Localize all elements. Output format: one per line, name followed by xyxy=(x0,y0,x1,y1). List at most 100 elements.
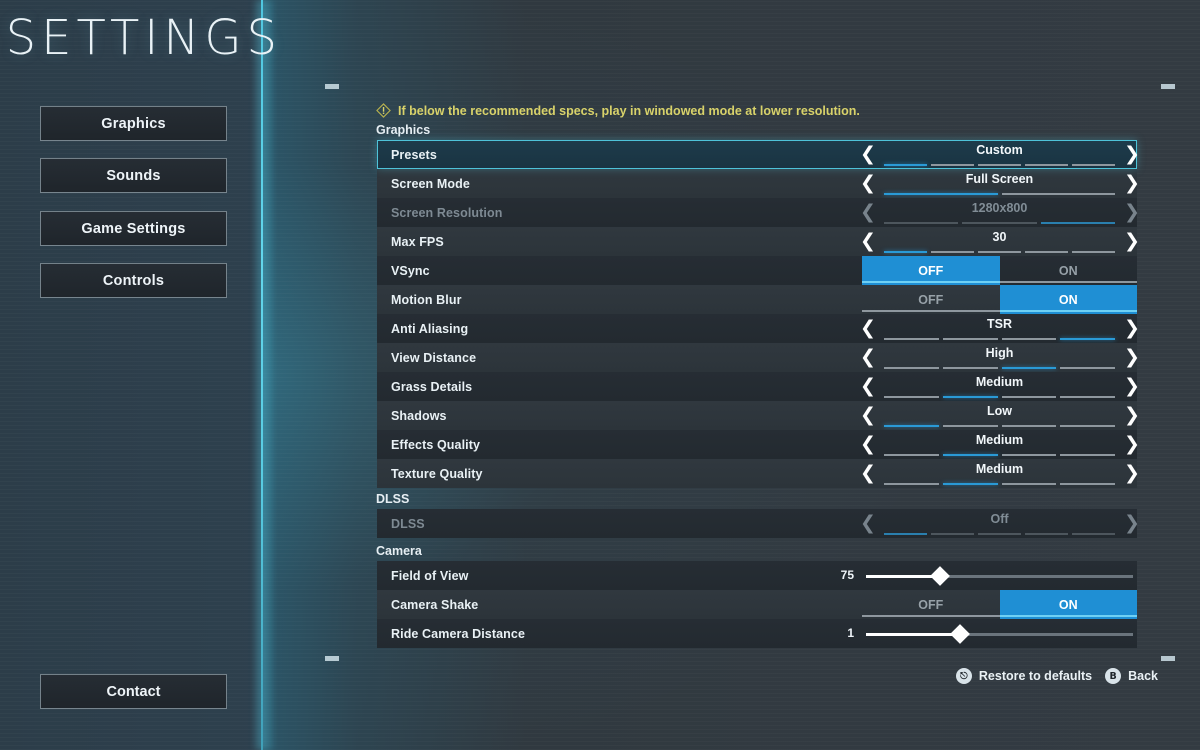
toggle-option-on[interactable]: ON xyxy=(999,256,1137,285)
toggle-option-on[interactable]: ON xyxy=(999,285,1137,314)
setting-row-ride-camera-distance[interactable]: Ride Camera Distance 1 xyxy=(377,619,1137,648)
toggle-option-off[interactable]: OFF xyxy=(862,285,1000,314)
setting-label: Max FPS xyxy=(391,234,444,249)
setting-label: Camera Shake xyxy=(391,597,479,612)
level-segment xyxy=(1025,251,1068,253)
footer-actions: ⎋ Restore to defaults B Back xyxy=(320,661,1180,691)
level-segment xyxy=(1060,454,1115,456)
sidebar-item-graphics[interactable]: Graphics xyxy=(40,106,227,141)
chevron-left-icon[interactable]: ❮ xyxy=(857,462,879,485)
level-segment xyxy=(884,396,939,398)
toggle-option-label: ON xyxy=(1058,263,1078,278)
chevron-left-icon[interactable]: ❮ xyxy=(857,404,879,427)
toggle-control: OFF ON xyxy=(862,285,1137,314)
level-segment xyxy=(978,164,1021,166)
level-segment xyxy=(942,454,998,456)
chevron-left-icon[interactable]: ❮ xyxy=(857,317,879,340)
level-segment xyxy=(884,251,927,253)
level-segment xyxy=(884,454,939,456)
setting-row-motion-blur[interactable]: Motion Blur OFF ON xyxy=(377,285,1137,314)
level-segments xyxy=(884,533,1115,535)
toggle-option-label: OFF xyxy=(918,263,944,278)
slider-handle[interactable] xyxy=(949,624,970,644)
setting-value: Full Screen xyxy=(965,172,1034,186)
sidebar-item-sounds[interactable]: Sounds xyxy=(40,158,227,193)
chevron-right-icon[interactable]: ❯ xyxy=(1121,404,1143,427)
sidebar-item-label: Graphics xyxy=(101,115,166,132)
sidebar-item-controls[interactable]: Controls xyxy=(40,263,227,298)
chevron-left-icon[interactable]: ❮ xyxy=(857,143,879,166)
setting-row-grass-details[interactable]: Grass Details ❮ ❯ Medium xyxy=(377,372,1140,401)
chevron-left-icon[interactable]: ❮ xyxy=(857,230,879,253)
stepper-control: ❮ ❯ 30 xyxy=(860,227,1140,256)
toggle-option-on[interactable]: ON xyxy=(999,590,1137,619)
warning-banner: If below the recommended specs, play in … xyxy=(376,103,860,118)
chevron-left-icon[interactable]: ❮ xyxy=(857,375,879,398)
chevron-right-icon[interactable]: ❯ xyxy=(1121,433,1143,456)
camera-settings-group: Field of View 75 Camera Shake OFF ON Ride Cam… xyxy=(377,561,1137,648)
sidebar-item-label: Sounds xyxy=(106,167,161,184)
chevron-right-icon[interactable]: ❯ xyxy=(1121,462,1143,485)
setting-label: Motion Blur xyxy=(391,292,462,307)
stepper-control: ❮ ❯ Full Screen xyxy=(860,169,1140,198)
toggle-underline xyxy=(999,615,1137,617)
level-segment xyxy=(884,222,959,224)
level-segment xyxy=(1001,483,1057,485)
toggle-option-off[interactable]: OFF xyxy=(862,256,1000,285)
contact-button-label: Contact xyxy=(106,683,161,700)
level-segments xyxy=(884,483,1115,485)
restore-to-defaults-button[interactable]: ⎋ Restore to defaults xyxy=(955,668,1092,684)
stepper-control: ❮ ❯ 1280x800 xyxy=(860,198,1140,227)
setting-row-dlss: DLSS ❮ ❯ Off xyxy=(377,509,1140,538)
gamepad-b-icon: B xyxy=(1105,668,1122,684)
chevron-right-icon[interactable]: ❯ xyxy=(1121,317,1143,340)
setting-row-view-distance[interactable]: View Distance ❮ ❯ High xyxy=(377,343,1140,372)
toggle-option-label: OFF xyxy=(918,292,944,307)
chevron-right-icon[interactable]: ❯ xyxy=(1121,230,1143,253)
level-segment xyxy=(884,338,939,340)
sidebar-item-game-settings[interactable]: Game Settings xyxy=(40,211,227,246)
chevron-left-icon[interactable]: ❮ xyxy=(857,433,879,456)
back-button[interactable]: B Back xyxy=(1105,668,1158,684)
setting-row-presets[interactable]: Presets ❮ ❯ Custom xyxy=(377,140,1140,169)
setting-value: Low xyxy=(987,404,1012,418)
slider-track xyxy=(866,575,1133,578)
setting-row-field-of-view[interactable]: Field of View 75 xyxy=(377,561,1137,590)
toggle-option-off[interactable]: OFF xyxy=(862,590,1000,619)
level-segments xyxy=(884,338,1115,340)
setting-row-shadows[interactable]: Shadows ❮ ❯ Low xyxy=(377,401,1140,430)
toggle-option-label: ON xyxy=(1058,597,1078,612)
page-title: SETTINGS xyxy=(5,10,282,66)
level-segment xyxy=(1001,367,1057,369)
stepper-control: ❮ ❯ High xyxy=(860,343,1140,372)
setting-row-vsync[interactable]: VSync OFF ON xyxy=(377,256,1137,285)
section-header-graphics: Graphics xyxy=(376,123,431,137)
section-header-dlss: DLSS xyxy=(376,492,410,506)
sidebar-item-label: Controls xyxy=(102,272,165,289)
setting-row-max-fps[interactable]: Max FPS ❮ ❯ 30 xyxy=(377,227,1140,256)
chevron-right-icon[interactable]: ❯ xyxy=(1121,143,1143,166)
contact-button[interactable]: Contact xyxy=(40,674,227,709)
chevron-left-icon[interactable]: ❮ xyxy=(857,346,879,369)
chevron-left-icon[interactable]: ❮ xyxy=(857,172,879,195)
toggle-control: OFF ON xyxy=(862,256,1137,285)
level-segment xyxy=(931,251,974,253)
slider-control[interactable]: 75 xyxy=(841,561,1137,590)
setting-label: Effects Quality xyxy=(391,437,481,452)
stepper-control: ❮ ❯ Medium xyxy=(860,372,1140,401)
stepper-control: ❮ ❯ Off xyxy=(860,509,1140,538)
setting-label: View Distance xyxy=(391,350,477,365)
setting-row-screen-mode[interactable]: Screen Mode ❮ ❯ Full Screen xyxy=(377,169,1140,198)
chevron-right-icon[interactable]: ❯ xyxy=(1121,172,1143,195)
level-segment xyxy=(1060,425,1115,427)
slider-handle[interactable] xyxy=(930,566,951,586)
setting-row-camera-shake[interactable]: Camera Shake OFF ON xyxy=(377,590,1137,619)
chevron-right-icon[interactable]: ❯ xyxy=(1121,346,1143,369)
setting-row-anti-aliasing[interactable]: Anti Aliasing ❮ ❯ TSR xyxy=(377,314,1140,343)
chevron-right-icon[interactable]: ❯ xyxy=(1121,375,1143,398)
setting-row-effects-quality[interactable]: Effects Quality ❮ ❯ Medium xyxy=(377,430,1140,459)
level-segments xyxy=(884,164,1115,166)
corner-mark-top-right xyxy=(1161,84,1175,89)
slider-control[interactable]: 1 xyxy=(847,619,1137,648)
setting-row-texture-quality[interactable]: Texture Quality ❮ ❯ Medium xyxy=(377,459,1140,488)
